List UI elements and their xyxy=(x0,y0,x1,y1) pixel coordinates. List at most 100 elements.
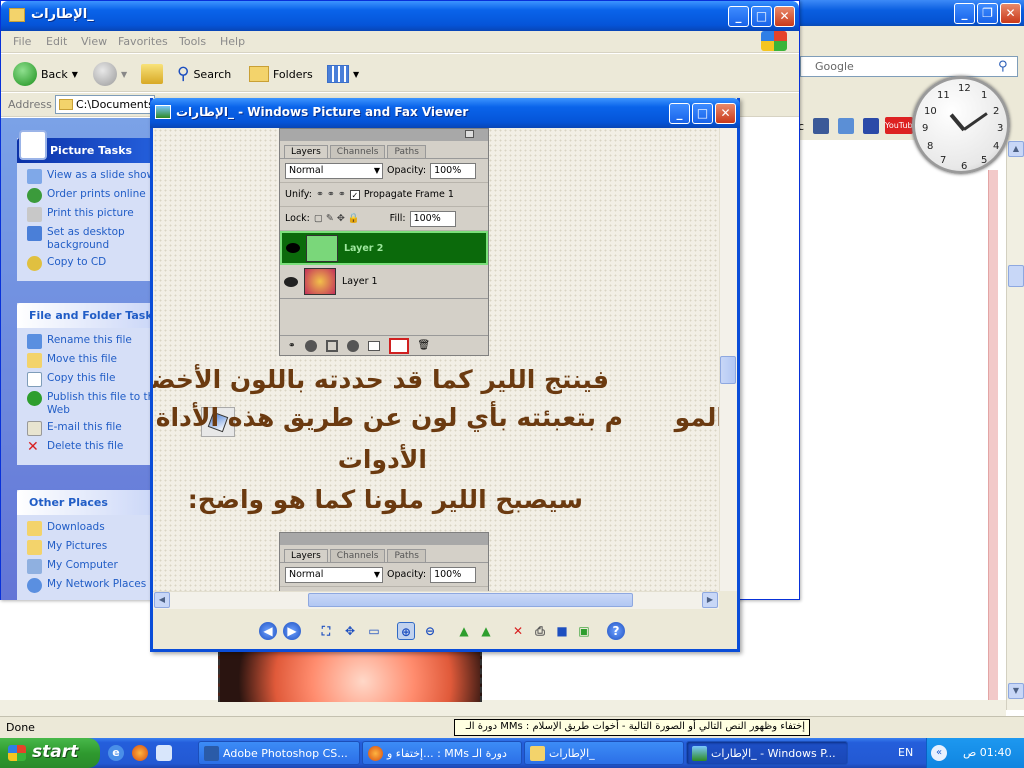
menu-favorites[interactable]: Favorites xyxy=(118,35,168,48)
views-button[interactable]: ▼ xyxy=(327,62,359,86)
up-folder-button[interactable] xyxy=(141,62,163,86)
place-my-pictures[interactable]: My Pictures xyxy=(27,540,157,555)
menu-view[interactable]: View xyxy=(81,35,107,48)
viewer-horizontal-thumb[interactable] xyxy=(308,593,633,607)
youtube-icon[interactable]: YouTube xyxy=(885,117,918,134)
explorer-minimize-button[interactable]: _ xyxy=(728,6,749,27)
task-copy[interactable]: Copy this file xyxy=(27,372,157,387)
scroll-right-arrow[interactable]: ▶ xyxy=(702,592,718,608)
taskbar-button-photoshop[interactable]: Adobe Photoshop CS... xyxy=(198,741,360,765)
best-fit-icon[interactable]: ⛶ xyxy=(317,622,335,640)
task-email[interactable]: E-mail this file xyxy=(27,421,157,436)
next-image-icon[interactable]: ▶ xyxy=(283,622,301,640)
chevron-down-icon: ▼ xyxy=(373,569,380,579)
address-input[interactable]: C:\Documents a xyxy=(55,95,155,114)
help-icon[interactable]: ? xyxy=(607,622,625,640)
other-places-header[interactable]: Other Places xyxy=(17,490,157,515)
browser-minimize-button[interactable]: _ xyxy=(954,3,975,24)
lock-label: Lock: xyxy=(285,213,310,224)
menu-file[interactable]: File xyxy=(13,35,31,48)
taskbar-button-viewer[interactable]: الإطارات_ - Windows P... xyxy=(686,741,848,765)
place-my-computer[interactable]: My Computer xyxy=(27,559,157,574)
browser-vertical-scrollbar[interactable]: ▲ ▼ xyxy=(1006,140,1024,710)
explorer-titlebar[interactable]: الإطارات_ _ □ ✕ xyxy=(1,1,799,31)
eye-icon xyxy=(286,243,300,253)
rotate-counterclockwise-icon[interactable]: ▲ xyxy=(477,622,495,640)
task-rename[interactable]: Rename this file xyxy=(27,334,157,349)
taskbar-button-firefox[interactable]: إختفاء و... : MMs دورة الـ xyxy=(362,741,522,765)
opacity-value: 100% xyxy=(430,162,477,179)
viewer-minimize-button[interactable]: _ xyxy=(669,103,690,124)
cd-icon xyxy=(27,256,42,271)
myspace-icon[interactable] xyxy=(863,118,879,134)
slideshow-icon[interactable]: ▭ xyxy=(365,622,383,640)
search-button[interactable]: ⚲ Search xyxy=(177,62,231,86)
lock-row: Lock: ▢ ✎ ✥ 🔒 Fill: 100% xyxy=(280,207,488,231)
messenger-icon[interactable] xyxy=(838,118,854,134)
folders-button[interactable]: Folders xyxy=(249,62,313,86)
place-my-network[interactable]: My Network Places xyxy=(27,578,157,593)
picture-tasks-header[interactable]: Picture Tasks xyxy=(17,130,157,163)
folder-icon xyxy=(9,8,25,22)
save-copy-icon[interactable]: ■ xyxy=(553,622,571,640)
browser-scroll-thumb[interactable] xyxy=(1008,265,1024,287)
google-search-icon[interactable]: ⚲ xyxy=(998,59,1008,74)
viewer-titlebar[interactable]: الإطارات_ - Windows Picture and Fax View… xyxy=(150,98,740,128)
actual-size-icon[interactable]: ✥ xyxy=(341,622,359,640)
delete-icon[interactable]: ✕ xyxy=(509,622,527,640)
explorer-close-button[interactable]: ✕ xyxy=(774,6,795,27)
explorer-maximize-button[interactable]: □ xyxy=(751,6,772,27)
menu-help[interactable]: Help xyxy=(220,35,245,48)
scroll-left-arrow[interactable]: ◀ xyxy=(154,592,170,608)
task-order-prints[interactable]: Order prints online xyxy=(27,188,157,203)
task-slideshow[interactable]: View as a slide show xyxy=(27,169,157,184)
previous-image-icon[interactable]: ◀ xyxy=(259,622,277,640)
browser-close-button[interactable]: ✕ xyxy=(1000,3,1021,24)
task-move[interactable]: Move this file xyxy=(27,353,157,368)
firefox-icon[interactable] xyxy=(132,745,148,761)
rotate-clockwise-icon[interactable]: ▲ xyxy=(455,622,473,640)
blend-row: Normal ▼ Opacity: 100% xyxy=(280,159,488,183)
facebook-icon[interactable] xyxy=(813,118,829,134)
menu-edit[interactable]: Edit xyxy=(46,35,67,48)
browser-restore-button[interactable]: ❐ xyxy=(977,3,998,24)
browser-scroll-down-arrow[interactable]: ▼ xyxy=(1008,683,1024,699)
task-print[interactable]: Print this picture xyxy=(27,207,157,222)
browser-scroll-up-arrow[interactable]: ▲ xyxy=(1008,141,1024,157)
folder-icon xyxy=(59,99,73,110)
task-delete[interactable]: ✕ Delete this file xyxy=(27,440,157,455)
task-label: Print this picture xyxy=(47,207,134,219)
slideshow-icon xyxy=(27,169,42,184)
browser-horizontal-scrollbar[interactable] xyxy=(0,700,1006,716)
taskbar-button-explorer[interactable]: الإطارات_ xyxy=(524,741,684,765)
place-downloads[interactable]: Downloads xyxy=(27,521,157,536)
file-tasks-header[interactable]: File and Folder Tasks xyxy=(17,303,157,328)
task-publish[interactable]: Publish this file to the Web xyxy=(27,391,157,417)
photoshop-icon xyxy=(204,746,219,761)
quicklaunch-icon[interactable] xyxy=(156,745,172,761)
viewer-maximize-button[interactable]: □ xyxy=(692,103,713,124)
edit-image-icon[interactable]: ▣ xyxy=(575,622,593,640)
internet-explorer-icon[interactable]: e xyxy=(108,745,124,761)
zoom-in-icon[interactable]: ⊕ xyxy=(397,622,415,640)
start-button[interactable]: start xyxy=(0,738,100,768)
folders-label: Folders xyxy=(273,67,313,81)
viewer-close-button[interactable]: ✕ xyxy=(715,103,736,124)
tray-clock[interactable]: 01:40 ص xyxy=(963,746,1012,759)
address-label: Address xyxy=(8,98,52,111)
viewer-vertical-thumb[interactable] xyxy=(720,356,736,384)
viewer-controls-bar: ◀ ▶ ⛶ ✥ ▭ ⊕ ⊖ ▲ ▲ ✕ ⎙ ■ ▣ ? xyxy=(153,610,737,652)
google-search-input[interactable]: Google xyxy=(800,56,1018,77)
copy-icon xyxy=(27,372,42,387)
menu-tools[interactable]: Tools xyxy=(179,35,206,48)
task-set-desktop[interactable]: Set as desktop background xyxy=(27,226,157,252)
chevron-down-icon: ▼ xyxy=(71,69,78,79)
zoom-out-icon[interactable]: ⊖ xyxy=(421,622,439,640)
forward-button[interactable]: ▼ xyxy=(93,62,127,86)
back-button[interactable]: Back ▼ xyxy=(13,62,78,86)
fill-value: 100% xyxy=(409,210,456,227)
print-icon[interactable]: ⎙ xyxy=(531,622,549,640)
task-copy-cd[interactable]: Copy to CD xyxy=(27,256,157,271)
language-indicator[interactable]: EN xyxy=(898,746,913,759)
tray-expand-icon[interactable]: « xyxy=(931,745,947,761)
